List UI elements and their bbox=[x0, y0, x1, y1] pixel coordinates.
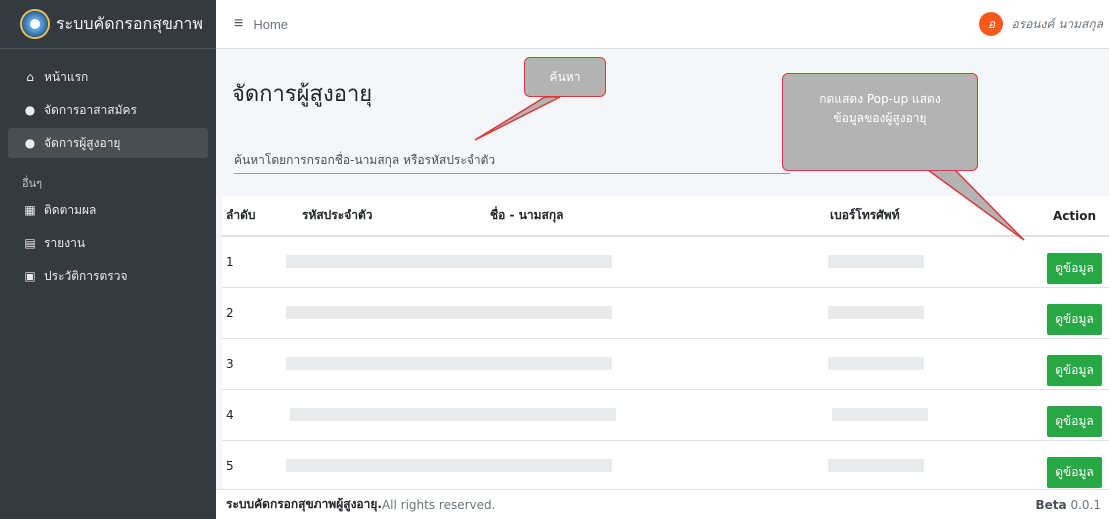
table-row: 2 ดูข้อมูล bbox=[222, 287, 1109, 339]
sidebar-item-label: ประวัติการตรวจ bbox=[44, 268, 128, 283]
history-icon: ▣ bbox=[24, 269, 36, 283]
redacted-id-name bbox=[286, 440, 830, 492]
table-row: 3 ดูข้อมูล bbox=[222, 338, 1109, 390]
header-action: Action bbox=[1040, 196, 1109, 237]
view-button[interactable]: ดูข้อมูล bbox=[1047, 304, 1102, 335]
sidebar-item-label: ติดตามผล bbox=[44, 202, 97, 217]
search-input[interactable] bbox=[234, 146, 790, 173]
redacted-phone bbox=[828, 338, 1040, 390]
sidebar-item-label: จัดการอาสาสมัคร bbox=[44, 102, 137, 117]
menu-toggle-icon[interactable]: ≡ bbox=[234, 15, 243, 33]
redacted-phone bbox=[828, 287, 1040, 339]
calendar-icon: ▦ bbox=[24, 203, 36, 217]
header-id: รหัสประจำตัว bbox=[302, 196, 490, 237]
popup-callout-line1: กดแสดง Pop-up แสดง bbox=[819, 92, 941, 106]
sidebar-item-history[interactable]: ▣ ประวัติการตรวจ bbox=[8, 261, 208, 291]
view-button[interactable]: ดูข้อมูล bbox=[1047, 406, 1102, 437]
table-header-row: ลำดับ รหัสประจำตัว ชื่อ - นามสกุล เบอร์โ… bbox=[222, 196, 1109, 237]
search-field bbox=[234, 146, 790, 174]
table-row: 4 ดูข้อมูล bbox=[222, 389, 1109, 441]
users-icon: ● bbox=[24, 136, 36, 150]
sidebar-item-elderly[interactable]: ● จัดการผู้สูงอายุ bbox=[8, 128, 208, 158]
sidebar-item-label: จัดการผู้สูงอายุ bbox=[44, 135, 121, 150]
sidebar: ระบบคัดกรอกสุขภาพ ⌂ หน้าแรก ● จัดการอาสา… bbox=[0, 0, 216, 519]
footer-rights: All rights reserved. bbox=[381, 497, 496, 512]
sidebar-item-label: หน้าแรก bbox=[44, 69, 89, 84]
redacted-phone bbox=[828, 440, 1040, 492]
footer-brand: ระบบคัดกรอกสุขภาพผู้สูงอายุ. bbox=[226, 497, 382, 511]
page-title: จัดการผู้สูงอายุ bbox=[232, 82, 373, 107]
footer: ระบบคัดกรอกสุขภาพผู้สูงอายุ. All rights … bbox=[216, 489, 1109, 519]
home-icon: ⌂ bbox=[26, 70, 34, 84]
user-group-icon: ● bbox=[24, 103, 36, 117]
user-name: อรอนงค์ นามสกุล bbox=[1011, 16, 1103, 31]
redacted-id-name bbox=[286, 338, 830, 390]
redacted-id-name bbox=[286, 287, 830, 339]
footer-version: Beta 0.0.1 bbox=[1036, 498, 1102, 512]
report-icon: ▤ bbox=[24, 236, 36, 250]
version-number: 0.0.1 bbox=[1070, 497, 1101, 512]
sidebar-item-volunteers[interactable]: ● จัดการอาสาสมัคร bbox=[8, 95, 208, 125]
app-logo-icon bbox=[22, 11, 48, 37]
redacted-id-name bbox=[286, 236, 830, 288]
app-title: ระบบคัดกรอกสุขภาพ bbox=[56, 13, 203, 33]
sidebar-item-followup[interactable]: ▦ ติดตามผล bbox=[8, 195, 208, 225]
redacted-phone bbox=[828, 236, 1040, 288]
sidebar-nav: ⌂ หน้าแรก ● จัดการอาสาสมัคร ● จัดการผู้ส… bbox=[0, 49, 216, 291]
table-row: 1 ดูข้อมูล bbox=[222, 236, 1109, 288]
redacted-phone bbox=[830, 389, 1040, 441]
sidebar-item-report[interactable]: ▤ รายงาน bbox=[8, 228, 208, 258]
elderly-table: ลำดับ รหัสประจำตัว ชื่อ - นามสกุล เบอร์โ… bbox=[222, 196, 1109, 492]
avatar: อ bbox=[979, 12, 1004, 36]
elderly-table-card: ลำดับ รหัสประจำตัว ชื่อ - นามสกุล เบอร์โ… bbox=[222, 196, 1109, 493]
sidebar-item-home[interactable]: ⌂ หน้าแรก bbox=[8, 62, 208, 92]
popup-callout-line2: ข้อมูลของผู้สูงอายุ bbox=[833, 111, 927, 126]
user-menu[interactable]: อ อรอนงค์ นามสกุล bbox=[979, 12, 1103, 36]
table-row: 5 ดูข้อมูล bbox=[222, 440, 1109, 492]
home-link[interactable]: Home bbox=[253, 17, 288, 32]
popup-callout: กดแสดง Pop-up แสดง ข้อมูลของผู้สูงอายุ bbox=[782, 73, 978, 171]
header-no: ลำดับ bbox=[222, 196, 302, 237]
redacted-id-name bbox=[290, 389, 830, 441]
header-phone: เบอร์โทรศัพท์ bbox=[830, 196, 1040, 237]
sidebar-item-label: รายงาน bbox=[44, 235, 86, 250]
version-label: Beta bbox=[1035, 497, 1067, 512]
view-button[interactable]: ดูข้อมูล bbox=[1047, 457, 1102, 488]
brand[interactable]: ระบบคัดกรอกสุขภาพ bbox=[0, 0, 216, 49]
sidebar-section-other: อื่นๆ bbox=[22, 177, 43, 190]
topbar: ≡ Home อ อรอนงค์ นามสกุล bbox=[216, 0, 1109, 49]
search-callout: ค้นหา bbox=[524, 57, 606, 97]
header-name: ชื่อ - นามสกุล bbox=[490, 196, 830, 237]
view-button[interactable]: ดูข้อมูล bbox=[1047, 355, 1102, 386]
view-button[interactable]: ดูข้อมูล bbox=[1047, 253, 1102, 285]
